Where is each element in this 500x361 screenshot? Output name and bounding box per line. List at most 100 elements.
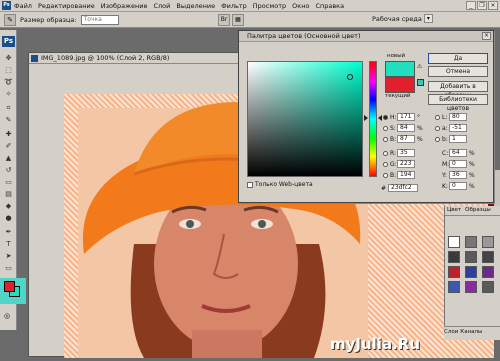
- red-input[interactable]: 35: [397, 149, 415, 157]
- style-swatch[interactable]: [465, 251, 477, 263]
- pen-tool-icon[interactable]: ✒: [3, 228, 14, 237]
- web-safe-cube-icon[interactable]: [417, 79, 424, 86]
- menu-select[interactable]: Выделение: [176, 2, 215, 10]
- sample-size-label: Размер образца:: [20, 15, 77, 24]
- radio-brightness[interactable]: [383, 136, 388, 142]
- restore-icon[interactable]: ❐: [477, 1, 487, 10]
- field-magenta: M: 0 %: [442, 160, 475, 168]
- tab-swatches[interactable]: Образцы: [463, 206, 493, 215]
- radio-red[interactable]: [383, 150, 388, 156]
- radio-lab-l[interactable]: [435, 114, 440, 120]
- current-color-swatch[interactable]: [385, 77, 415, 93]
- radio-lab-a[interactable]: [435, 125, 440, 131]
- history-brush-icon[interactable]: ↺: [3, 166, 14, 175]
- radio-saturation[interactable]: [383, 125, 388, 131]
- add-to-swatches-button[interactable]: Добавить в образцы: [428, 81, 488, 99]
- bridge-buttons: Br ▦: [218, 14, 244, 26]
- type-tool-icon[interactable]: T: [3, 240, 14, 249]
- lab-l-input[interactable]: 80: [449, 113, 467, 121]
- tab-channels[interactable]: Каналы: [460, 329, 482, 340]
- hue-slider-right-arrow[interactable]: [378, 115, 382, 121]
- ok-button[interactable]: Да: [428, 53, 488, 64]
- field-cyan: C: 64 %: [442, 149, 475, 157]
- style-swatch[interactable]: [465, 236, 477, 248]
- radio-hue[interactable]: [383, 114, 388, 120]
- document-icon: [31, 55, 38, 62]
- quick-mask-icon[interactable]: ◎: [4, 312, 10, 320]
- yellow-input[interactable]: 36: [449, 171, 467, 179]
- hue-slider[interactable]: [369, 61, 377, 177]
- color-libraries-button[interactable]: Библиотеки цветов: [428, 94, 488, 112]
- cyan-input[interactable]: 64: [449, 149, 467, 157]
- menu-image[interactable]: Изображение: [101, 2, 148, 10]
- style-swatch[interactable]: [482, 251, 494, 263]
- lab-b-input[interactable]: 1: [449, 135, 467, 143]
- menu-file[interactable]: Файл: [14, 2, 32, 10]
- arrange-icon[interactable]: ▦: [232, 14, 244, 26]
- workspace-switcher[interactable]: Рабочая среда ▾: [372, 14, 433, 23]
- style-swatch[interactable]: [448, 251, 460, 263]
- menu-help[interactable]: Справка: [315, 2, 344, 10]
- style-swatch[interactable]: [465, 281, 477, 293]
- foreground-color-swatch[interactable]: [4, 281, 15, 292]
- magic-wand-tool-icon[interactable]: ✧: [3, 90, 14, 99]
- sample-size-select[interactable]: Точка: [80, 14, 119, 25]
- brightness-input[interactable]: 87: [397, 135, 415, 143]
- cancel-button[interactable]: Отмена: [428, 66, 488, 77]
- radio-green[interactable]: [383, 161, 388, 167]
- chevron-down-icon[interactable]: ▾: [423, 14, 433, 23]
- path-select-icon[interactable]: ➤: [3, 252, 14, 261]
- web-only-label: Только Web-цвета: [255, 181, 313, 188]
- menu-view[interactable]: Просмотр: [253, 2, 286, 10]
- blue-input[interactable]: 194: [397, 171, 415, 179]
- hex-input[interactable]: 23dfc2: [388, 184, 419, 192]
- blur-tool-icon[interactable]: ◆: [3, 202, 14, 211]
- saturation-input[interactable]: 84: [397, 124, 415, 132]
- close-icon[interactable]: ×: [488, 1, 498, 10]
- menu-edit[interactable]: Редактирование: [38, 2, 95, 10]
- close-icon[interactable]: ×: [482, 32, 491, 40]
- style-swatch[interactable]: [465, 266, 477, 278]
- web-only-checkbox[interactable]: [247, 181, 253, 188]
- crop-tool-icon[interactable]: ⌗: [3, 104, 14, 113]
- shape-tool-icon[interactable]: ▭: [3, 264, 14, 273]
- eraser-tool-icon[interactable]: ▭: [3, 178, 14, 187]
- style-swatch[interactable]: [482, 236, 494, 248]
- bridge-icon[interactable]: Br: [218, 14, 230, 26]
- lab-a-input[interactable]: -51: [449, 124, 467, 132]
- minimize-icon[interactable]: _: [466, 1, 476, 10]
- marquee-tool-icon[interactable]: ⬚: [3, 66, 14, 75]
- green-input[interactable]: 223: [397, 160, 415, 168]
- style-swatch[interactable]: [448, 281, 460, 293]
- field-yellow: Y: 36 %: [442, 171, 475, 179]
- move-tool-icon[interactable]: ✥: [3, 54, 14, 63]
- style-swatch[interactable]: [448, 236, 460, 248]
- web-only-option[interactable]: Только Web-цвета: [247, 181, 313, 188]
- style-swatch[interactable]: [482, 281, 494, 293]
- radio-lab-b[interactable]: [435, 136, 440, 142]
- color-field-cursor[interactable]: [347, 74, 353, 80]
- lasso-tool-icon[interactable]: ➰: [3, 78, 14, 87]
- radio-blue[interactable]: [383, 172, 388, 178]
- style-swatch[interactable]: [448, 266, 460, 278]
- tab-color[interactable]: Цвет: [445, 206, 463, 215]
- black-input[interactable]: 0: [449, 182, 467, 190]
- saturation-brightness-field[interactable]: [247, 61, 363, 177]
- hue-input[interactable]: 171: [397, 113, 415, 121]
- menu-filter[interactable]: Фильтр: [221, 2, 247, 10]
- hex-label: #: [381, 184, 387, 192]
- stamp-tool-icon[interactable]: ▲: [3, 154, 14, 163]
- brush-tool-icon[interactable]: ✐: [3, 142, 14, 151]
- menu-window[interactable]: Окно: [292, 2, 309, 10]
- menu-layer[interactable]: Слой: [153, 2, 170, 10]
- tab-layers[interactable]: Слои: [444, 329, 458, 340]
- dodge-tool-icon[interactable]: ●: [3, 214, 14, 223]
- hue-slider-left-arrow[interactable]: [364, 115, 368, 121]
- style-swatch[interactable]: [482, 266, 494, 278]
- gradient-tool-icon[interactable]: ▤: [3, 190, 14, 199]
- gamut-warning-icon[interactable]: ⚠: [417, 63, 424, 70]
- magenta-input[interactable]: 0: [449, 160, 467, 168]
- eyedropper-icon[interactable]: ✎: [3, 116, 14, 125]
- eyedropper-tool-icon[interactable]: ✎: [4, 13, 16, 26]
- healing-tool-icon[interactable]: ✚: [3, 130, 14, 139]
